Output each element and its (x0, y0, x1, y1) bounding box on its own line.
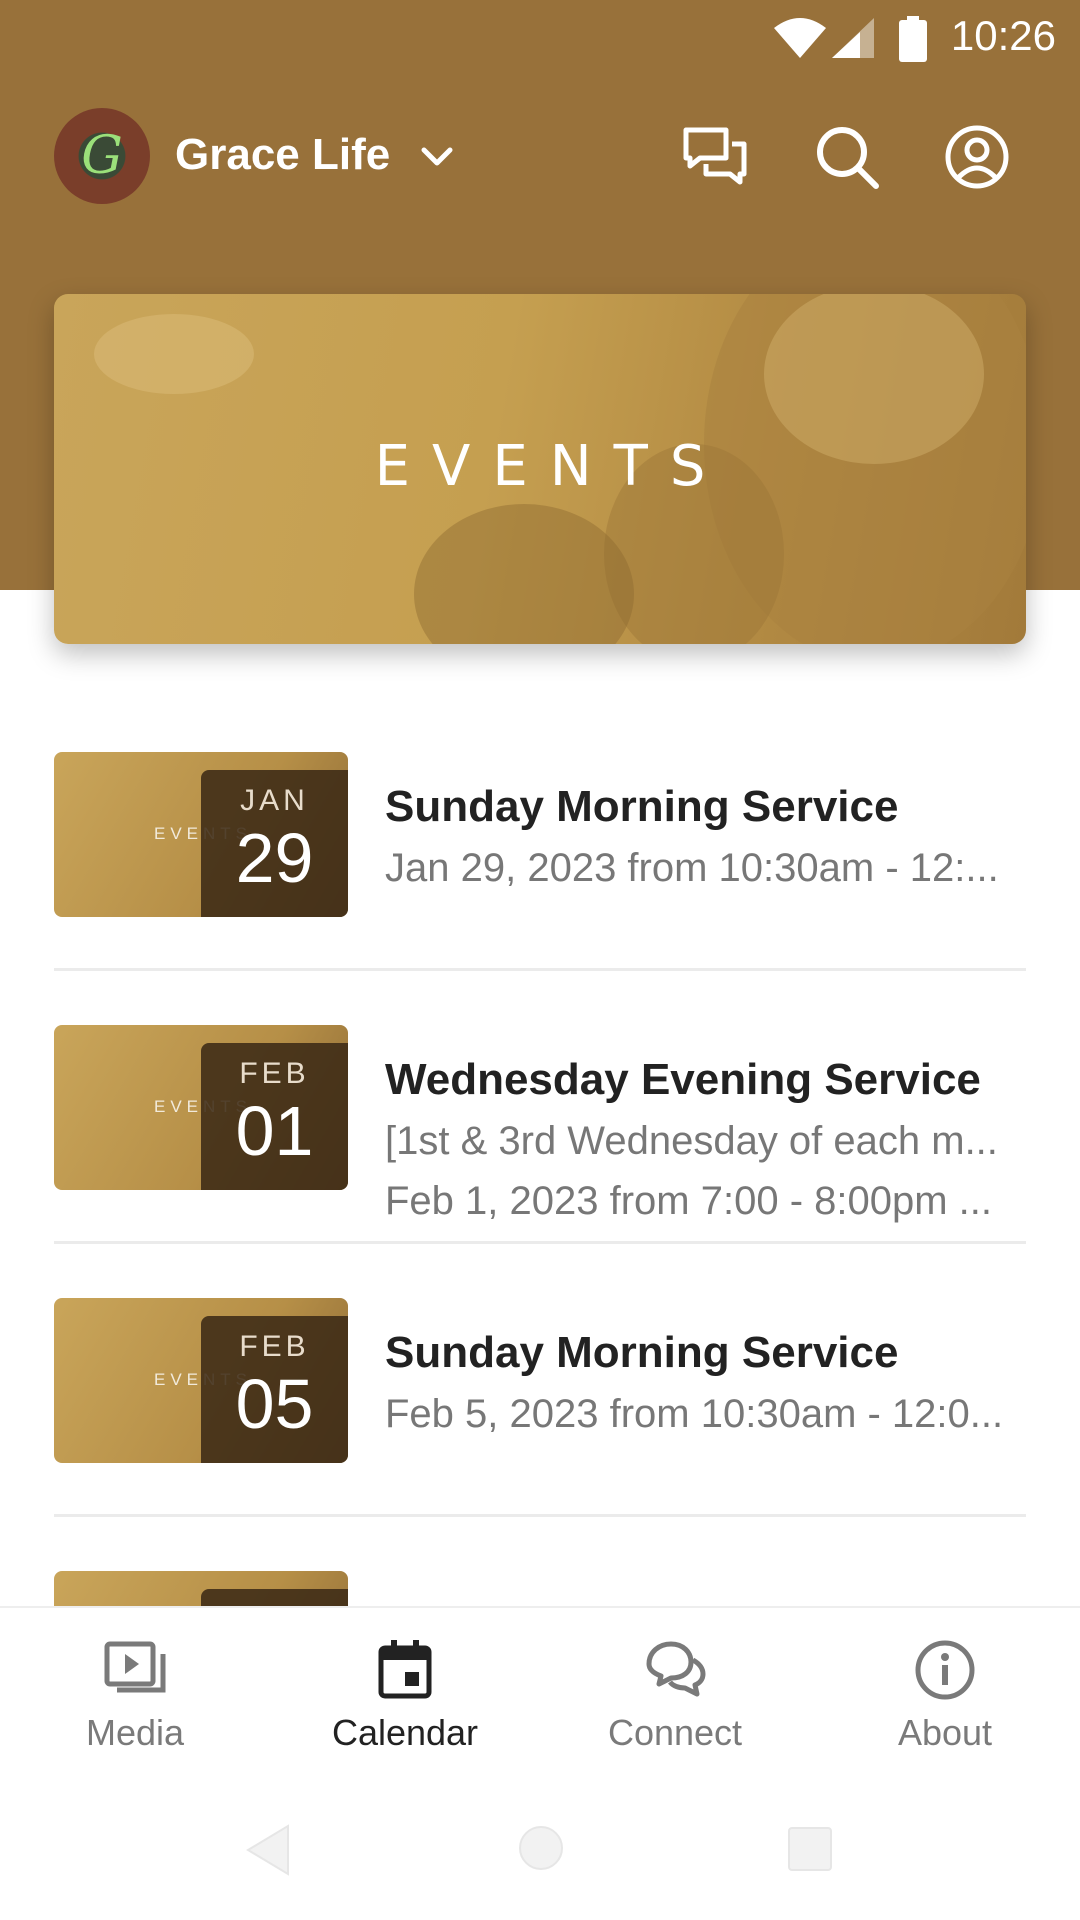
nav-label: Connect (607, 1712, 743, 1753)
event-day: 29 (235, 819, 314, 897)
avatar-letter: G (81, 126, 123, 186)
wifi-icon (774, 18, 826, 58)
nav-label: Media (85, 1712, 185, 1753)
event-item[interactable]: EVENTS JAN 29 Sunday Morning Service Jan… (0, 752, 1080, 1025)
bottom-navigation: Media Calendar Connect About (0, 1606, 1080, 1788)
event-date-box: FEB 05 (201, 1316, 348, 1463)
church-name-title[interactable]: Grace Life (175, 130, 390, 180)
chat-bubbles-icon (646, 1641, 706, 1697)
back-icon[interactable] (244, 1822, 292, 1878)
nav-media[interactable]: Media (0, 1608, 270, 1788)
calendar-icon (378, 1640, 432, 1699)
event-item[interactable]: EVENTS FEB 05 Sunday Morning Service Feb… (0, 1298, 1080, 1571)
event-day: 01 (235, 1092, 314, 1170)
event-thumbnail: EVENTS FEB 01 (54, 1025, 348, 1190)
event-month: FEB (239, 1057, 310, 1090)
nav-label: Calendar (331, 1712, 479, 1753)
event-thumbnail: EVENTS JAN 29 (54, 752, 348, 917)
events-hero-banner: EVENTS (54, 294, 1026, 644)
event-date-box: JAN 29 (201, 770, 348, 917)
recents-icon[interactable] (786, 1822, 834, 1878)
nav-about[interactable]: About (810, 1608, 1080, 1788)
event-item[interactable]: EVENTS FEB 01 Wednesday Evening Service … (0, 1025, 1080, 1298)
hero-title: EVENTS (374, 434, 728, 499)
event-thumbnail: EVENTS FEB 05 (54, 1298, 348, 1463)
account-icon[interactable] (944, 124, 1010, 190)
messages-icon[interactable] (682, 124, 748, 190)
event-title: Wednesday Evening Service (385, 1055, 981, 1104)
divider (54, 1514, 1026, 1517)
nav-label: About (897, 1712, 993, 1753)
nav-calendar[interactable]: Calendar (270, 1608, 540, 1788)
church-avatar[interactable]: G (54, 108, 150, 204)
divider (54, 1241, 1026, 1244)
chevron-down-icon[interactable] (420, 146, 454, 168)
event-datetime: Jan 29, 2023 from 10:30am - 12:... (385, 846, 999, 890)
event-title: Sunday Morning Service (385, 782, 899, 831)
battery-icon (899, 16, 927, 62)
divider (54, 968, 1026, 971)
info-icon (915, 1640, 975, 1700)
home-icon[interactable] (518, 1822, 564, 1878)
media-icon (104, 1641, 166, 1693)
event-schedule-note: [1st & 3rd Wednesday of each m... (385, 1119, 998, 1163)
event-title: Sunday Morning Service (385, 1328, 899, 1377)
cell-signal-icon (832, 18, 874, 58)
event-month: FEB (239, 1330, 310, 1363)
status-time: 10:26 (950, 12, 1056, 59)
status-bar: 10:26 (0, 0, 1080, 78)
search-icon[interactable] (814, 124, 880, 190)
event-date-box: FEB 01 (201, 1043, 348, 1190)
system-navigation-bar (0, 1786, 1080, 1920)
nav-connect[interactable]: Connect (540, 1608, 810, 1788)
event-datetime: Feb 1, 2023 from 7:00 - 8:00pm ... (385, 1179, 992, 1223)
event-datetime: Feb 5, 2023 from 10:30am - 12:0... (385, 1392, 1004, 1436)
event-day: 05 (235, 1365, 314, 1443)
event-month: JAN (240, 784, 309, 817)
